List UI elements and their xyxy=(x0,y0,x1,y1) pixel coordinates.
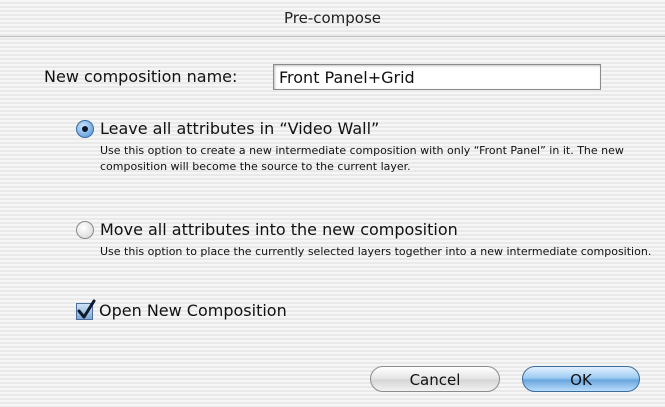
option-leave-attributes: Leave all attributes in “Video Wall” Use… xyxy=(76,118,660,175)
cancel-button[interactable]: Cancel xyxy=(370,366,500,392)
open-new-composition-label[interactable]: Open New Composition xyxy=(99,300,287,322)
option-move-attributes: Move all attributes into the new composi… xyxy=(76,219,660,260)
open-new-composition-row: Open New Composition xyxy=(76,299,287,322)
option-move-attributes-description: Use this option to place the currently s… xyxy=(100,245,652,258)
open-new-composition-checkbox[interactable] xyxy=(76,299,96,320)
option-leave-attributes-description: Use this option to create a new intermed… xyxy=(100,144,624,173)
title-divider xyxy=(0,36,665,37)
radio-selected-icon xyxy=(82,126,88,132)
option-move-attributes-label[interactable]: Move all attributes into the new composi… xyxy=(100,219,458,241)
dialog-title: Pre-compose xyxy=(283,9,382,27)
radio-leave-attributes[interactable] xyxy=(76,120,94,138)
radio-move-attributes[interactable] xyxy=(76,221,94,239)
composition-name-input[interactable] xyxy=(273,64,601,90)
ok-button[interactable]: OK xyxy=(522,366,640,392)
precompose-dialog: Pre-compose New composition name: Leave … xyxy=(0,0,665,407)
checkmark-icon xyxy=(77,299,96,318)
option-leave-attributes-label[interactable]: Leave all attributes in “Video Wall” xyxy=(100,118,379,140)
composition-name-label: New composition name: xyxy=(44,67,238,86)
